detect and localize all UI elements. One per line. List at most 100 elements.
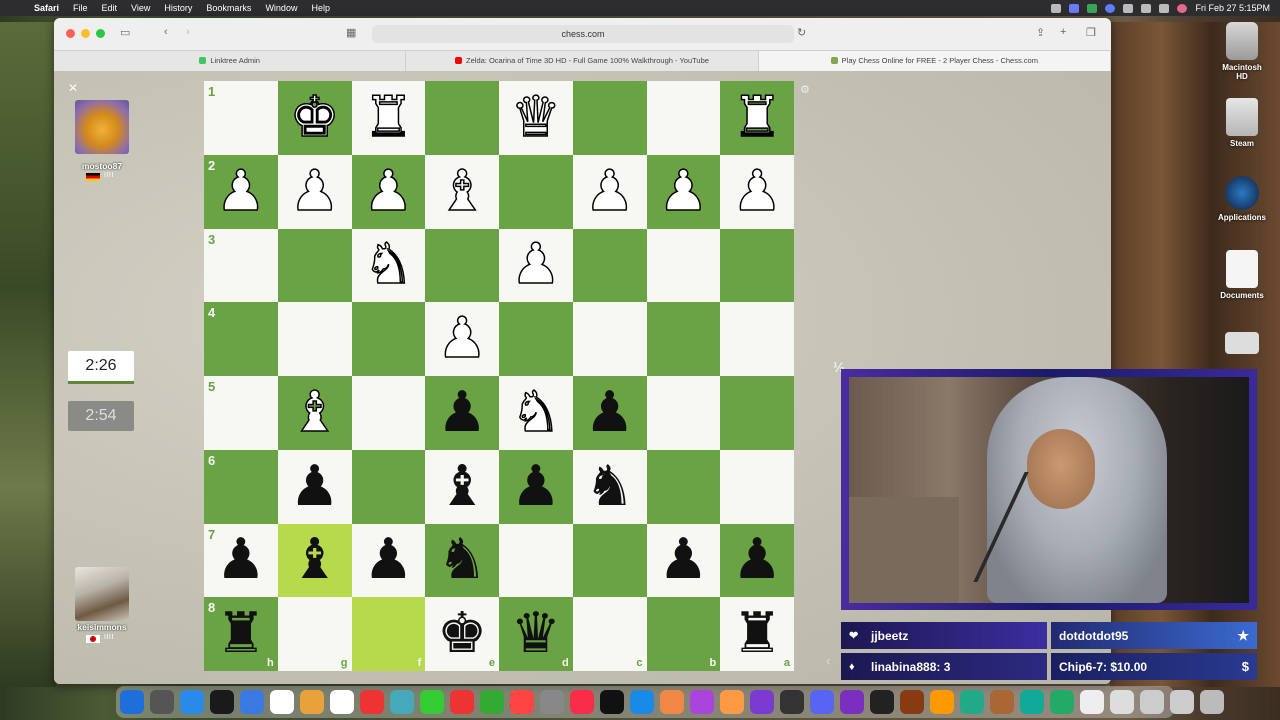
control-center-icon[interactable] [1159, 3, 1170, 13]
board-square[interactable]: ♚ [277, 81, 352, 155]
board-square[interactable]: ♜ [720, 81, 794, 155]
wifi-icon[interactable] [1141, 3, 1152, 13]
menu-window[interactable]: Window [265, 3, 297, 13]
board-square[interactable]: ♟ [720, 154, 794, 229]
board-square[interactable]: 2 ♟ [204, 154, 278, 229]
board-square[interactable] [277, 302, 352, 376]
board-square[interactable] [720, 302, 794, 376]
board-square[interactable]: f [351, 597, 426, 671]
board-square[interactable] [277, 228, 352, 303]
dock-app-icon[interactable] [1080, 690, 1104, 714]
avatar-top-player[interactable] [75, 100, 129, 154]
dock-app-icon[interactable] [1050, 690, 1074, 714]
white-pawn-icon[interactable]: ♟ [436, 310, 488, 368]
dock-app-icon[interactable] [180, 690, 204, 714]
black-bishop-icon[interactable]: ♝ [437, 458, 487, 515]
board-square[interactable] [720, 376, 794, 450]
desktop-icon-steam[interactable]: Steam [1216, 98, 1268, 148]
dock-app-icon[interactable] [510, 690, 534, 714]
dock-app-icon[interactable] [780, 690, 804, 714]
dock-app-icon[interactable] [1200, 690, 1224, 714]
black-pawn-icon[interactable]: ♟ [585, 384, 635, 441]
black-knight-icon[interactable]: ♞ [585, 458, 635, 515]
dock-app-icon[interactable] [270, 690, 294, 714]
dock-app-icon[interactable] [420, 690, 444, 714]
board-square[interactable]: ♟ [277, 154, 352, 229]
dock-app-icon[interactable] [150, 690, 174, 714]
bluetooth-icon[interactable] [1123, 3, 1134, 13]
black-rook-icon[interactable]: ♜ [216, 606, 266, 662]
board-square[interactable]: ♟ [277, 449, 352, 524]
black-knight-icon[interactable]: ♞ [437, 532, 487, 588]
chess-board[interactable]: 1 ♚ ♜ ♛ ♜ 2 ♟ ♟ ♟ ♝ ♟ ♟ ♟ 3 ♞ ♟ 4 ♟ 5 ♝ ♟ ♞ ♟ 6 ♟ ♝ ♟ ♞ 7 ♟ ♝ ♟ ♞ ♟ ♟ 8 h ♜ g f… [204, 81, 794, 671]
desktop-icon-applications[interactable]: Applications [1216, 176, 1268, 222]
board-square[interactable] [351, 376, 426, 450]
board-square[interactable]: g [277, 597, 352, 671]
board-square[interactable]: ♞ [425, 523, 499, 598]
board-square[interactable]: ♟ [425, 376, 499, 450]
menu-view[interactable]: View [131, 3, 150, 13]
board-square[interactable]: d ♛ [499, 597, 573, 671]
app-status-icon[interactable] [1087, 3, 1098, 13]
avatar-bottom-player[interactable] [75, 567, 129, 621]
board-square[interactable]: a ♜ [720, 597, 794, 671]
board-square[interactable] [499, 154, 573, 229]
black-pawn-icon[interactable]: ♟ [363, 532, 413, 588]
desktop-icon-screenshot[interactable] [1216, 332, 1268, 357]
board-square[interactable]: 3 [204, 228, 278, 303]
board-square[interactable] [646, 449, 721, 524]
board-square[interactable] [572, 81, 647, 155]
share-icon[interactable]: ⇪ [1036, 26, 1045, 39]
white-pawn-icon[interactable]: ♟ [363, 162, 415, 220]
board-square[interactable]: ♞ [351, 228, 426, 303]
dock-app-icon[interactable] [900, 690, 924, 714]
board-square[interactable]: ♟ [351, 523, 426, 598]
menu-help[interactable]: Help [311, 3, 330, 13]
menu-edit[interactable]: Edit [102, 3, 118, 13]
board-square[interactable] [499, 523, 573, 598]
board-square[interactable]: ♟ [720, 523, 794, 598]
dock-app-icon[interactable] [390, 690, 414, 714]
siri-icon[interactable] [1177, 3, 1188, 13]
black-bishop-icon[interactable]: ♝ [290, 532, 340, 588]
tab-linktree[interactable]: Linktree Admin [54, 51, 407, 71]
white-pawn-icon[interactable]: ♟ [289, 162, 341, 220]
forward-icon[interactable]: › [186, 26, 190, 38]
board-square[interactable]: ♟ [572, 376, 647, 450]
board-square[interactable]: ♝ [277, 523, 352, 598]
board-square[interactable]: 6 [204, 449, 278, 524]
black-pawn-icon[interactable]: ♟ [437, 384, 487, 441]
white-knight-icon[interactable]: ♞ [510, 384, 562, 442]
dock-app-icon[interactable] [720, 690, 744, 714]
black-pawn-icon[interactable]: ♟ [290, 458, 340, 515]
board-square[interactable]: ♞ [572, 449, 647, 524]
dock-app-icon[interactable] [330, 690, 354, 714]
board-square[interactable] [720, 228, 794, 303]
black-pawn-icon[interactable]: ♟ [216, 532, 266, 588]
board-square[interactable]: ♜ [351, 81, 426, 155]
black-rook-icon[interactable]: ♜ [732, 606, 782, 662]
tab-chess[interactable]: Play Chess Online for FREE - 2 Player Ch… [758, 51, 1111, 71]
dock-app-icon[interactable] [870, 690, 894, 714]
close-icon[interactable]: ✕ [68, 81, 78, 95]
reload-icon[interactable]: ↻ [797, 26, 806, 39]
board-square[interactable]: ♛ [499, 81, 573, 155]
menu-clock[interactable]: Fri Feb 27 5:15PM [1195, 3, 1270, 13]
vpn-icon[interactable] [1105, 3, 1116, 13]
white-bishop-icon[interactable]: ♝ [436, 162, 488, 220]
white-pawn-icon[interactable]: ♟ [510, 236, 562, 294]
board-square[interactable]: ♟ [646, 154, 721, 229]
dock-app-icon[interactable] [210, 690, 234, 714]
board-square[interactable]: b [646, 597, 721, 671]
menu-bookmarks[interactable]: Bookmarks [206, 3, 251, 13]
back-icon[interactable]: ‹ [164, 26, 168, 38]
black-king-icon[interactable]: ♚ [437, 606, 487, 662]
white-knight-icon[interactable]: ♞ [363, 236, 415, 294]
board-square[interactable]: ♟ [425, 302, 499, 376]
settings-gear-icon[interactable]: ⚙ [800, 83, 810, 96]
menu-app-name[interactable]: Safari [34, 3, 59, 13]
screen-record-icon[interactable] [1069, 3, 1080, 13]
board-square[interactable] [646, 228, 721, 303]
white-bishop-icon[interactable]: ♝ [289, 384, 341, 442]
collapse-chevron-icon[interactable]: ‹ [826, 653, 830, 668]
